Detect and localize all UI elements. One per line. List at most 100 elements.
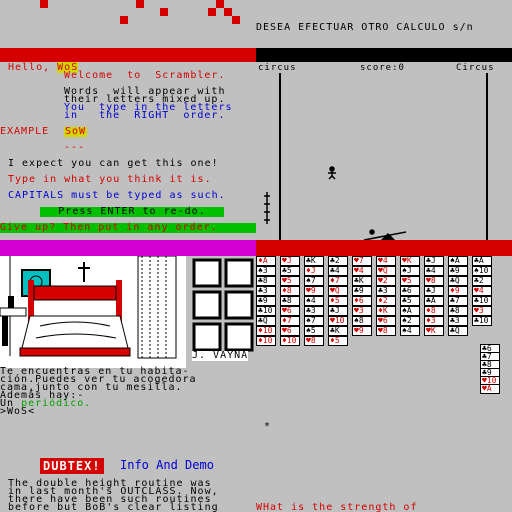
playing-card[interactable]: ♣8	[280, 296, 300, 306]
author-credit: J. VAYNA	[192, 350, 249, 361]
playing-card[interactable]: ♥6	[280, 326, 300, 336]
playing-card[interactable]: ♦5	[328, 296, 348, 306]
playing-card[interactable]: ♣10	[472, 316, 492, 326]
playing-card[interactable]: ♣Q	[448, 276, 468, 286]
playing-card[interactable]: ♥4	[472, 286, 492, 296]
playing-card[interactable]: ♥6	[376, 316, 396, 326]
playing-card[interactable]: ♣2	[472, 276, 492, 286]
playing-card[interactable]: ♦10	[256, 336, 276, 346]
playing-card[interactable]: ♦A	[256, 256, 276, 266]
playing-card[interactable]: ♦8	[280, 286, 300, 296]
playing-card[interactable]: ♥3	[472, 306, 492, 316]
playing-card[interactable]: ♣5	[280, 266, 300, 276]
playing-card[interactable]: ♣9	[256, 296, 276, 306]
command-input[interactable]: >WoS<	[0, 407, 35, 417]
playing-card[interactable]: ♣A	[424, 296, 444, 306]
playing-card[interactable]: ♠2	[400, 316, 420, 326]
playing-card[interactable]: ♦9	[448, 286, 468, 296]
playing-card[interactable]: ♣J	[424, 286, 444, 296]
playing-card[interactable]: ♠8	[352, 316, 372, 326]
playing-card[interactable]: ♠10	[472, 266, 492, 276]
playing-card[interactable]: ♣8	[448, 306, 468, 316]
playing-card[interactable]: ♥K	[400, 256, 420, 266]
playing-card[interactable]: ♠3	[256, 266, 276, 276]
playing-card[interactable]: ♥J	[280, 256, 300, 266]
strength-text: WHat is the strength of	[256, 502, 418, 512]
article-panel: DUBTEX! Info And Demo The double height …	[0, 448, 256, 512]
playing-card[interactable]: ♣Q	[448, 326, 468, 336]
circus-panel: DESEA EFECTUAR OTRO CALCULO s/n circus s…	[256, 0, 512, 256]
example-label: EXAMPLE	[0, 126, 50, 137]
flying-acrobat	[328, 166, 336, 180]
playing-card[interactable]: ♠7	[304, 316, 324, 326]
playing-card[interactable]: ♦J	[304, 266, 324, 276]
playing-card[interactable]: ♣7	[448, 296, 468, 306]
playing-card[interactable]: ♦3	[424, 316, 444, 326]
playing-card[interactable]: ♣8	[256, 276, 276, 286]
circus-floor	[256, 240, 512, 256]
playing-card[interactable]: ♦7	[280, 316, 300, 326]
playing-card[interactable]: ♣J	[424, 256, 444, 266]
playing-card[interactable]: ♥8	[424, 276, 444, 286]
playing-card[interactable]: ♥8	[304, 336, 324, 346]
playing-card[interactable]: ♥4	[352, 266, 372, 276]
playing-card[interactable]: ♠5	[304, 326, 324, 336]
playing-card[interactable]: ♦5	[328, 336, 348, 346]
expect-text: I expect you can get this one!	[8, 158, 219, 169]
foundation-card[interactable]: ♥A	[480, 384, 500, 394]
playing-card[interactable]: ♦10	[280, 336, 300, 346]
playing-card[interactable]: ♣3	[256, 286, 276, 296]
playing-card[interactable]: ♦6	[352, 296, 372, 306]
playing-card[interactable]: ♣9	[352, 286, 372, 296]
playing-card[interactable]: ♣K	[328, 326, 348, 336]
press-enter-button[interactable]: Press ENTER to re-do.	[40, 207, 224, 217]
playing-card[interactable]: ♥8	[376, 326, 396, 336]
playing-card[interactable]: ♣K	[352, 276, 372, 286]
playing-card[interactable]: ♣4	[424, 266, 444, 276]
playing-card[interactable]: ♦10	[256, 326, 276, 336]
playing-card[interactable]: ♥6	[280, 306, 300, 316]
playing-card[interactable]: ♣A	[472, 256, 492, 266]
give-up-bar[interactable]: Give up? Then put in any order.	[0, 223, 256, 233]
playing-card[interactable]: ♥2	[376, 276, 396, 286]
playing-card[interactable]: ♣3	[376, 286, 396, 296]
playing-card[interactable]: ♣3	[448, 316, 468, 326]
playing-card[interactable]: ♦K	[376, 306, 396, 316]
playing-card[interactable]: ♠7	[304, 276, 324, 286]
playing-card[interactable]: ♥5	[400, 276, 420, 286]
playing-card[interactable]: ♣10	[256, 306, 276, 316]
playing-card[interactable]: ♣4	[328, 266, 348, 276]
playing-card[interactable]: ♣J	[328, 306, 348, 316]
playing-card[interactable]: ♠4	[400, 326, 420, 336]
playing-card[interactable]: ♦2	[376, 296, 396, 306]
playing-card[interactable]: ♣Q	[256, 316, 276, 326]
playing-card[interactable]: ♥9	[352, 326, 372, 336]
playing-card[interactable]: ♥Q	[376, 266, 396, 276]
bottom-right-panel: WHat is the strength of	[256, 448, 512, 512]
playing-card[interactable]: ♣5	[400, 296, 420, 306]
playing-card[interactable]: ♥K	[424, 326, 444, 336]
playing-card[interactable]: ♣9	[448, 266, 468, 276]
playing-card[interactable]: ♣K	[304, 256, 324, 266]
playing-card[interactable]: ♥10	[328, 316, 348, 326]
blue-line-2: in the RIGHT order.	[64, 110, 226, 121]
curtain	[137, 256, 177, 359]
type-hint-text: Type in what you think it is.	[8, 174, 212, 185]
playing-card[interactable]: ♥9	[304, 286, 324, 296]
playing-card[interactable]: ♠J	[400, 266, 420, 276]
playing-card[interactable]: ♦8	[424, 306, 444, 316]
playing-card[interactable]: ♣10	[472, 296, 492, 306]
playing-card[interactable]: ♠4	[304, 296, 324, 306]
playing-card[interactable]: ♣2	[328, 256, 348, 266]
playing-card[interactable]: ♠A	[448, 256, 468, 266]
playing-card[interactable]: ♣6	[400, 286, 420, 296]
playing-card[interactable]: ♥5	[280, 276, 300, 286]
playing-card[interactable]: ♣3	[304, 306, 324, 316]
playing-card[interactable]: ♦7	[328, 276, 348, 286]
playing-card[interactable]: ♥4	[376, 256, 396, 266]
stacked-clowns	[264, 192, 270, 224]
playing-card[interactable]: ♠A	[400, 306, 420, 316]
playing-card[interactable]: ♥7	[352, 256, 372, 266]
playing-card[interactable]: ♥3	[352, 306, 372, 316]
playing-card[interactable]: ♥Q	[328, 286, 348, 296]
